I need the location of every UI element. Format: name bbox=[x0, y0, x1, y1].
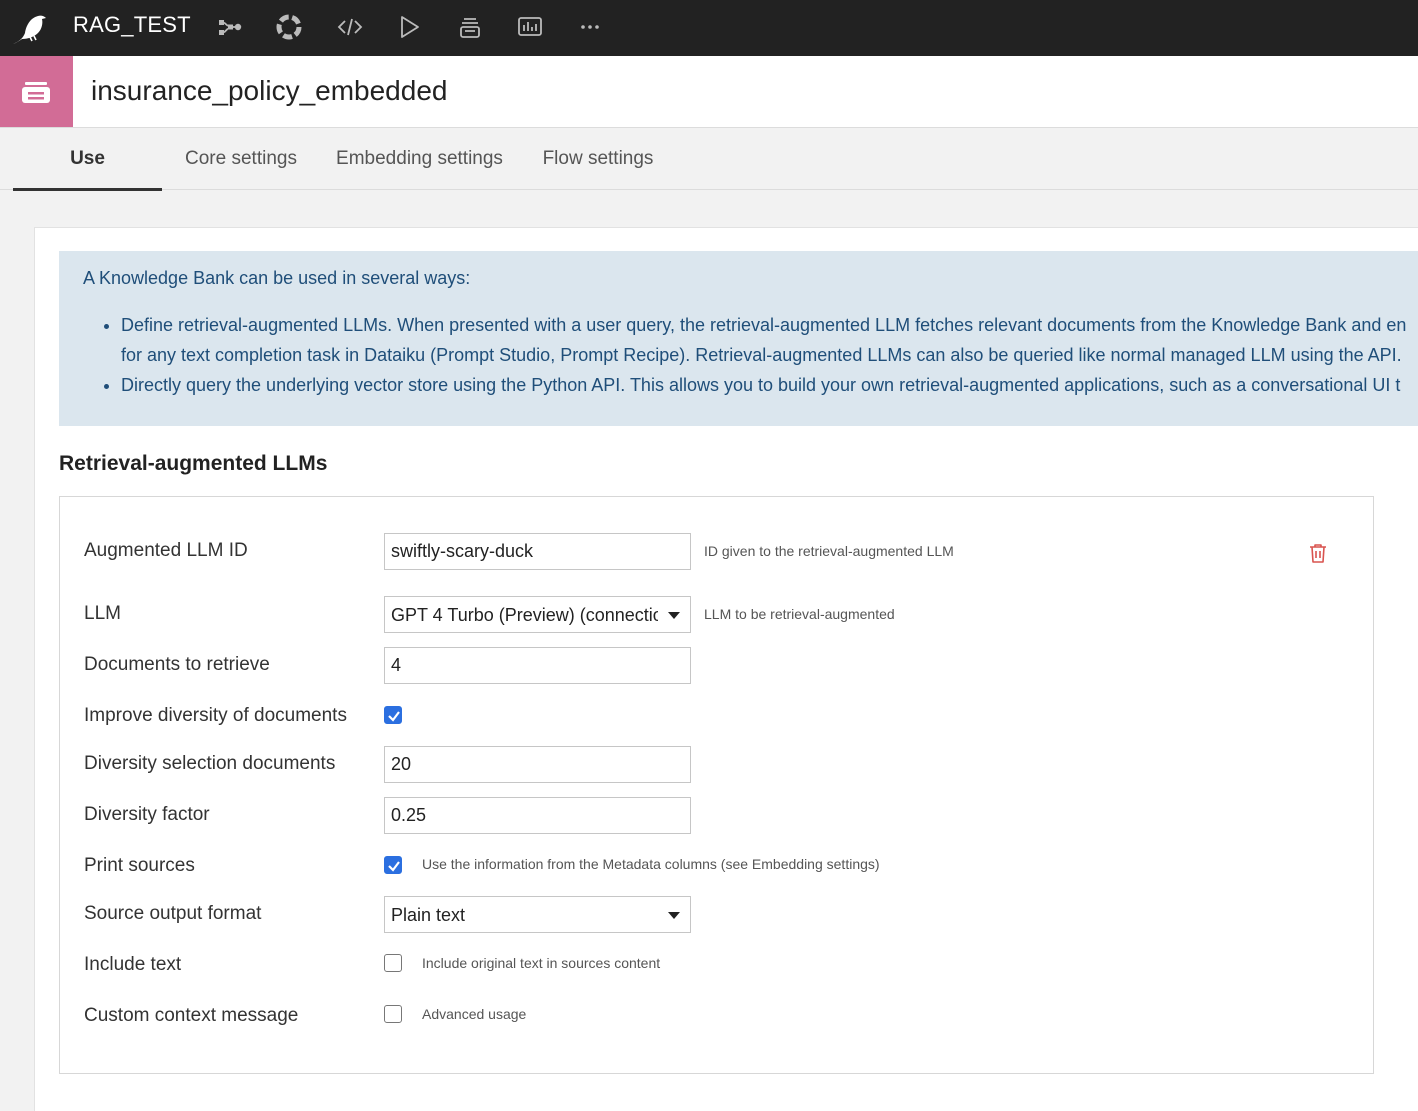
info-intro: A Knowledge Bank can be used in several … bbox=[83, 268, 471, 288]
info-bullet-python-api: Directly query the underlying vector sto… bbox=[121, 370, 1406, 400]
include-text-hint: Include original text in sources content bbox=[422, 955, 661, 971]
llm-label: LLM bbox=[84, 603, 121, 624]
print-sources-checkbox[interactable] bbox=[384, 856, 402, 874]
include-text-label: Include text bbox=[84, 954, 182, 975]
run-icon[interactable] bbox=[396, 13, 424, 41]
llm-select[interactable]: GPT 4 Turbo (Preview) (connectio bbox=[384, 596, 691, 633]
documents-to-retrieve-input[interactable] bbox=[384, 647, 691, 684]
diversity-factor-input[interactable] bbox=[384, 797, 691, 834]
diversity-selection-documents-label: Diversity selection documents bbox=[84, 753, 336, 774]
custom-context-message-checkbox[interactable] bbox=[384, 1005, 402, 1023]
diversity-selection-documents-input[interactable] bbox=[384, 746, 691, 783]
tab-embedding-settings[interactable]: Embedding settings bbox=[328, 128, 511, 189]
llm-select-value: GPT 4 Turbo (Preview) (connectio bbox=[391, 605, 658, 625]
documents-to-retrieve-label: Documents to retrieve bbox=[84, 654, 270, 675]
dashboard-icon[interactable] bbox=[516, 13, 544, 41]
tab-bar: Use Core settings Embedding settings Flo… bbox=[0, 128, 1418, 191]
diversity-factor-label: Diversity factor bbox=[84, 804, 210, 825]
print-sources-hint: Use the information from the Metadata co… bbox=[422, 856, 880, 872]
improve-diversity-checkbox[interactable] bbox=[384, 706, 402, 724]
info-bullet-llms: Define retrieval-augmented LLMs. When pr… bbox=[121, 310, 1406, 370]
main-card: A Knowledge Bank can be used in several … bbox=[34, 227, 1418, 1111]
more-icon[interactable] bbox=[576, 13, 604, 41]
source-output-format-label: Source output format bbox=[84, 903, 262, 924]
print-sources-label: Print sources bbox=[84, 855, 195, 876]
augmented-llm-id-hint: ID given to the retrieval-augmented LLM bbox=[704, 543, 954, 559]
info-bullet-llms-line2: for any text completion task in Dataiku … bbox=[121, 345, 1402, 365]
tab-core-settings[interactable]: Core settings bbox=[176, 128, 306, 189]
tab-use[interactable]: Use bbox=[13, 128, 162, 191]
source-output-format-select[interactable]: Plain text bbox=[384, 896, 691, 933]
info-callout: A Knowledge Bank can be used in several … bbox=[59, 251, 1418, 426]
object-header: insurance_policy_embedded bbox=[0, 56, 1418, 128]
source-output-format-value: Plain text bbox=[391, 905, 466, 925]
delete-trash-icon[interactable] bbox=[1306, 541, 1330, 565]
lab-icon[interactable] bbox=[275, 13, 303, 41]
dataiku-bird-logo-icon[interactable] bbox=[10, 11, 48, 47]
object-title: insurance_policy_embedded bbox=[91, 75, 448, 106]
datasets-stack-icon[interactable] bbox=[456, 13, 484, 41]
knowledge-bank-icon bbox=[22, 82, 50, 103]
chevron-down-icon bbox=[668, 912, 680, 919]
augmented-llm-id-input[interactable] bbox=[384, 533, 691, 570]
info-list: Define retrieval-augmented LLMs. When pr… bbox=[59, 310, 1406, 400]
improve-diversity-label: Improve diversity of documents bbox=[84, 705, 347, 726]
chevron-down-icon bbox=[668, 612, 680, 619]
llm-hint: LLM to be retrieval-augmented bbox=[704, 606, 895, 622]
include-text-checkbox[interactable] bbox=[384, 954, 402, 972]
tab-flow-settings[interactable]: Flow settings bbox=[535, 128, 661, 189]
custom-context-message-hint: Advanced usage bbox=[422, 1006, 527, 1022]
project-name[interactable]: RAG_TEST bbox=[73, 12, 191, 38]
augmented-llm-panel: Augmented LLM ID ID given to the retriev… bbox=[59, 496, 1374, 1074]
custom-context-message-label: Custom context message bbox=[84, 1005, 299, 1026]
info-bullet-llms-line1: Define retrieval-augmented LLMs. When pr… bbox=[121, 315, 1407, 335]
section-title: Retrieval-augmented LLMs bbox=[59, 452, 328, 475]
code-icon[interactable] bbox=[336, 13, 364, 41]
flow-icon[interactable] bbox=[216, 13, 244, 41]
top-navigation-bar: RAG_TEST bbox=[0, 0, 1418, 56]
augmented-llm-id-label: Augmented LLM ID bbox=[84, 540, 248, 561]
object-type-badge bbox=[0, 56, 73, 127]
